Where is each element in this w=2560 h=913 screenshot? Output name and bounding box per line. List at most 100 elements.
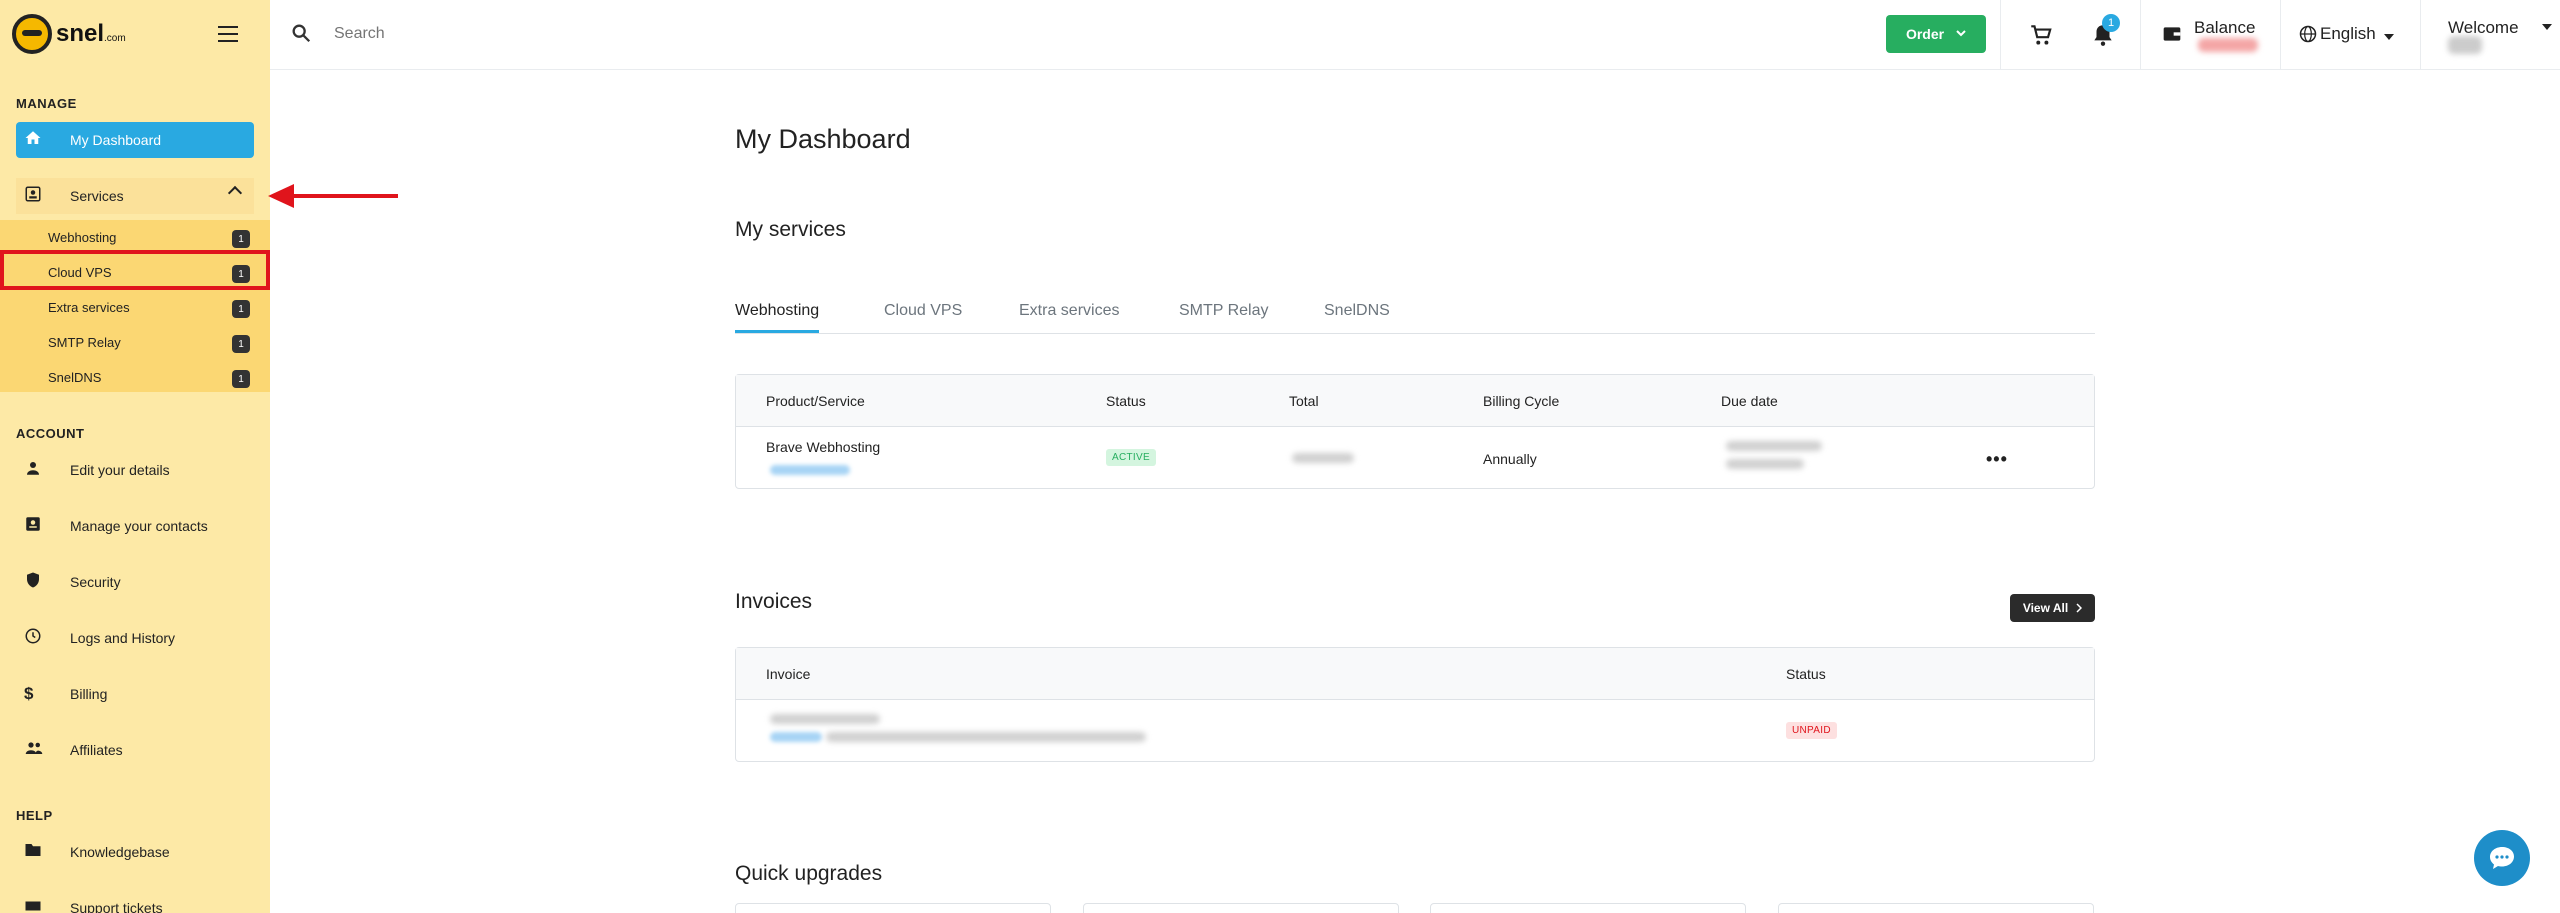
sidebar-item-label: Affiliates: [70, 742, 123, 758]
invoice-link-redacted: [770, 732, 822, 742]
contacts-icon: [24, 515, 54, 538]
sidebar-item-knowledgebase[interactable]: Knowledgebase: [16, 834, 254, 870]
count-badge: 1: [232, 335, 250, 353]
total-redacted: [1292, 453, 1354, 463]
chevron-right-icon: [2076, 603, 2083, 613]
upgrade-card[interactable]: [1778, 903, 2094, 913]
services-icon: [24, 185, 54, 208]
person-icon: [24, 459, 54, 482]
dollar-icon: $: [24, 684, 34, 703]
column-header: Billing Cycle: [1483, 393, 1560, 409]
sidebar-item-contacts[interactable]: Manage your contacts: [16, 508, 254, 544]
column-header: Invoice: [766, 666, 811, 682]
table-header: Invoice Status: [736, 648, 2094, 700]
tab-extra-services[interactable]: Extra services: [1019, 302, 1119, 330]
bee-logo-icon: [12, 14, 52, 54]
divider: [2420, 0, 2421, 70]
sidebar-item-label: Logs and History: [70, 630, 176, 646]
sidebar-item-label: Edit your details: [70, 462, 170, 478]
brand-name: snel: [56, 20, 105, 47]
username-redacted: [2448, 36, 2482, 54]
brand-suffix: .com: [104, 33, 126, 44]
more-options-icon[interactable]: •••: [1986, 449, 2008, 470]
column-header: Due date: [1721, 393, 1778, 409]
count-badge: 1: [232, 230, 250, 248]
sidebar-item-label: Knowledgebase: [70, 844, 170, 860]
sidebar-subitem-smtp-relay[interactable]: SMTP Relay 1: [0, 325, 270, 360]
services-tabs: Webhosting Cloud VPS Extra services SMTP…: [735, 292, 2095, 334]
language-selector[interactable]: English: [2320, 24, 2376, 44]
top-bar: Order 1 Balance English Welcome: [270, 0, 2560, 70]
ticket-icon: [24, 898, 54, 913]
sidebar: snel.com MANAGE My Dashboard Services We…: [0, 0, 270, 913]
status-badge: UNPAID: [1786, 722, 1837, 739]
sidebar-item-label: My Dashboard: [70, 132, 162, 148]
sidebar-item-label: Services: [70, 188, 124, 204]
history-icon: [24, 627, 54, 650]
tab-cloud-vps[interactable]: Cloud VPS: [884, 302, 962, 330]
column-header: Status: [1106, 393, 1146, 409]
sidebar-item-support-tickets[interactable]: Support tickets: [16, 890, 254, 913]
home-icon: [24, 129, 54, 152]
highlight-annotation-box: [0, 250, 270, 290]
sidebar-subitem-sneldns[interactable]: SnelDNS 1: [0, 360, 270, 395]
status-badge: ACTIVE: [1106, 449, 1156, 466]
column-header: Total: [1289, 393, 1319, 409]
upgrade-card[interactable]: [1083, 903, 1399, 913]
page-title: My Dashboard: [735, 124, 911, 154]
order-button[interactable]: Order: [1886, 15, 1986, 53]
column-header: Product/Service: [766, 393, 865, 409]
view-all-label: View All: [2022, 601, 2069, 615]
due-date-redacted: [1726, 441, 1822, 451]
view-all-button[interactable]: View All: [2010, 594, 2095, 622]
caret-down-icon: [2384, 34, 2394, 40]
table-row[interactable]: Brave Webhosting ACTIVE Annually •••: [736, 427, 2094, 487]
sidebar-item-billing[interactable]: $ Billing: [16, 676, 254, 712]
subitem-label: Extra services: [48, 300, 130, 315]
globe-icon: [2299, 25, 2317, 43]
domain-redacted: [770, 465, 850, 475]
services-submenu: Webhosting 1 Cloud VPS 1 Extra services …: [0, 220, 270, 392]
billing-cycle: Annually: [1483, 451, 1537, 467]
column-header: Status: [1786, 666, 1826, 682]
user-menu[interactable]: Welcome: [2448, 18, 2519, 38]
sidebar-item-affiliates[interactable]: Affiliates: [16, 732, 254, 768]
shield-icon: [24, 571, 54, 594]
sidebar-subitem-extra-services[interactable]: Extra services 1: [0, 290, 270, 325]
sidebar-item-logs[interactable]: Logs and History: [16, 620, 254, 656]
quick-upgrades-title: Quick upgrades: [735, 862, 883, 885]
section-title-account: ACCOUNT: [16, 426, 85, 441]
upgrade-card[interactable]: [735, 903, 1051, 913]
caret-down-icon: [2542, 24, 2552, 30]
menu-toggle-icon[interactable]: [218, 26, 238, 42]
divider: [2140, 0, 2141, 70]
sidebar-item-security[interactable]: Security: [16, 564, 254, 600]
section-title-help: HELP: [16, 808, 53, 823]
sidebar-item-dashboard[interactable]: My Dashboard: [16, 122, 254, 158]
balance-label[interactable]: Balance: [2194, 18, 2255, 38]
subitem-label: SnelDNS: [48, 370, 102, 385]
sidebar-item-edit-details[interactable]: Edit your details: [16, 452, 254, 488]
sidebar-item-label: Support tickets: [70, 900, 163, 913]
chat-bubble-icon: [2490, 847, 2514, 869]
sidebar-item-services[interactable]: Services: [16, 178, 254, 214]
tab-smtp-relay[interactable]: SMTP Relay: [1179, 302, 1269, 330]
sidebar-item-label: Manage your contacts: [70, 518, 208, 534]
upgrade-card[interactable]: [1430, 903, 1746, 913]
tab-webhosting[interactable]: Webhosting: [735, 302, 820, 333]
chat-button[interactable]: [2474, 830, 2530, 886]
tab-sneldns[interactable]: SnelDNS: [1324, 302, 1390, 330]
brand-logo[interactable]: snel.com: [12, 14, 126, 54]
table-row[interactable]: UNPAID: [736, 700, 2094, 760]
search-input[interactable]: [334, 20, 834, 48]
divider: [2280, 0, 2281, 70]
balance-value-redacted: [2198, 38, 2258, 52]
table-header: Product/Service Status Total Billing Cyc…: [736, 375, 2094, 427]
services-table: Product/Service Status Total Billing Cyc…: [735, 374, 2095, 489]
search-icon[interactable]: [290, 22, 312, 44]
chevron-down-icon: [1956, 30, 1966, 37]
cart-icon[interactable]: [2028, 22, 2054, 48]
chevron-up-icon: [227, 185, 243, 201]
product-name[interactable]: Brave Webhosting: [766, 439, 880, 455]
wallet-icon: [2163, 27, 2181, 41]
